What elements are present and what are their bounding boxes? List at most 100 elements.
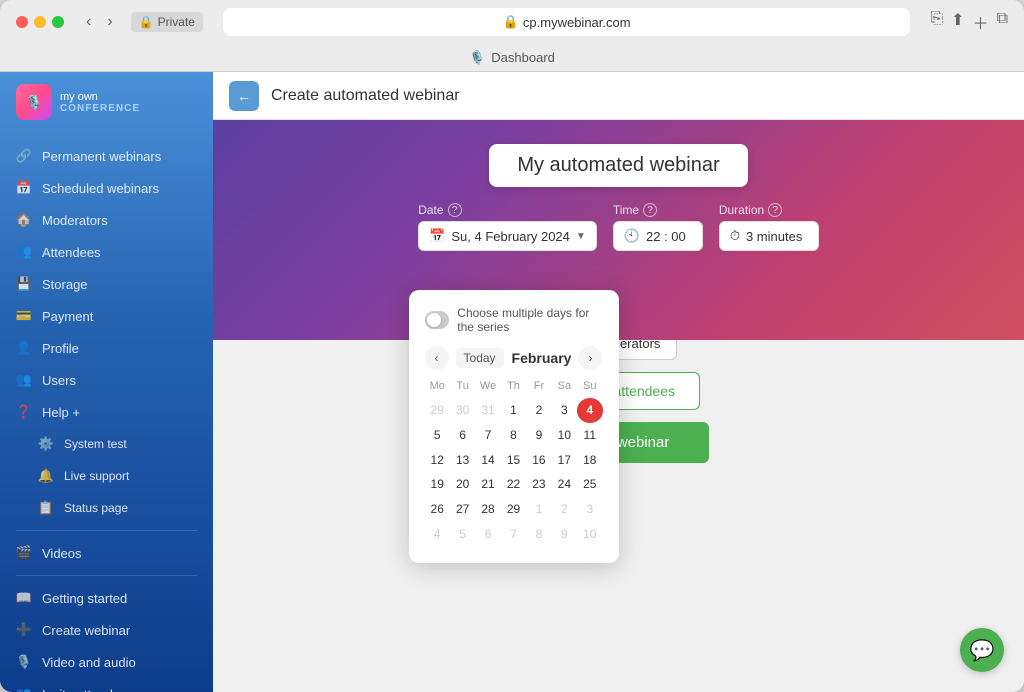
- calendar-week-3: 12 13 14 15 16 17 18: [425, 448, 603, 473]
- back-button[interactable]: ←: [229, 81, 259, 111]
- cal-day-8[interactable]: 8: [501, 423, 526, 448]
- cal-day-10-next[interactable]: 10: [577, 522, 602, 547]
- sidebar-item-system-test[interactable]: ⚙️ System test: [0, 428, 213, 460]
- create-webinar-icon: ➕: [16, 622, 32, 638]
- close-dot[interactable]: [16, 16, 28, 28]
- sidebar-item-profile[interactable]: 👤 Profile: [0, 332, 213, 364]
- browser-dots: [16, 16, 64, 28]
- live-support-icon: 🔔: [38, 468, 54, 484]
- sidebar-item-users[interactable]: 👥 Users: [0, 364, 213, 396]
- cal-day-8-next[interactable]: 8: [526, 522, 551, 547]
- sidebar-item-payment[interactable]: 💳 Payment: [0, 300, 213, 332]
- cal-day-5[interactable]: 5: [425, 423, 450, 448]
- sidebar-label-profile: Profile: [42, 341, 79, 356]
- sidebar-item-attendees[interactable]: 👥 Attendees: [0, 236, 213, 268]
- tabs-icon[interactable]: ⧉: [997, 10, 1008, 34]
- cal-day-21[interactable]: 21: [475, 472, 500, 497]
- cal-day-23[interactable]: 23: [526, 472, 551, 497]
- cal-day-28[interactable]: 28: [475, 497, 500, 522]
- sidebar: 🎙️ my own CONFERENCE 🔗 Permanent webinar…: [0, 72, 213, 692]
- cal-day-14[interactable]: 14: [475, 448, 500, 473]
- cal-day-11[interactable]: 11: [577, 423, 602, 448]
- duration-help-icon[interactable]: ?: [768, 203, 782, 217]
- sidebar-item-getting-started[interactable]: 📖 Getting started: [0, 582, 213, 614]
- time-input[interactable]: 🕙 22 : 00: [613, 221, 703, 251]
- cal-day-19[interactable]: 19: [425, 472, 450, 497]
- time-help-icon[interactable]: ?: [643, 203, 657, 217]
- cal-day-27[interactable]: 27: [450, 497, 475, 522]
- cal-day-12[interactable]: 12: [425, 448, 450, 473]
- cal-day-7[interactable]: 7: [475, 423, 500, 448]
- share-icon[interactable]: ⬆: [951, 10, 964, 34]
- minimize-dot[interactable]: [34, 16, 46, 28]
- cal-day-6[interactable]: 6: [450, 423, 475, 448]
- cal-day-2[interactable]: 2: [526, 398, 551, 423]
- videos-icon: 🎬: [16, 545, 32, 561]
- sidebar-label-scheduled: Scheduled webinars: [42, 181, 159, 196]
- cal-day-3-next[interactable]: 3: [577, 497, 602, 522]
- cal-day-25[interactable]: 25: [577, 472, 602, 497]
- chat-bubble-button[interactable]: 💬: [960, 628, 1004, 672]
- today-button[interactable]: Today: [456, 348, 504, 368]
- calendar-week-4: 19 20 21 22 23 24 25: [425, 472, 603, 497]
- cal-day-16[interactable]: 16: [526, 448, 551, 473]
- cal-day-3[interactable]: 3: [552, 398, 577, 423]
- back-nav-button[interactable]: ‹: [80, 11, 97, 33]
- sidebar-item-status-page[interactable]: 📋 Status page: [0, 492, 213, 524]
- sidebar-item-moderators[interactable]: 🏠 Moderators: [0, 204, 213, 236]
- cal-day-4-selected[interactable]: 4: [577, 398, 602, 423]
- day-header-tu: Tu: [450, 378, 475, 394]
- cal-day-2-next[interactable]: 2: [552, 497, 577, 522]
- cal-day-29[interactable]: 29: [501, 497, 526, 522]
- cal-day-26[interactable]: 26: [425, 497, 450, 522]
- permanent-icon: 🔗: [16, 148, 32, 164]
- cal-day-1[interactable]: 1: [501, 398, 526, 423]
- multiple-days-toggle[interactable]: [425, 311, 450, 329]
- sidebar-item-storage[interactable]: 💾 Storage: [0, 268, 213, 300]
- cal-day-1-next[interactable]: 1: [526, 497, 551, 522]
- sidebar-item-create-webinar[interactable]: ➕ Create webinar: [0, 614, 213, 646]
- date-help-icon[interactable]: ?: [448, 203, 462, 217]
- cal-day-15[interactable]: 15: [501, 448, 526, 473]
- sidebar-label-live-support: Live support: [64, 469, 129, 483]
- browser-titlebar: ‹ › 🔒 Private 🔒 cp.mywebinar.com ⎘ ⬆ ＋ ⧉: [0, 0, 1024, 44]
- new-tab-icon[interactable]: ＋: [973, 10, 989, 34]
- cal-day-18[interactable]: 18: [577, 448, 602, 473]
- sidebar-label-moderators: Moderators: [42, 213, 108, 228]
- duration-label: Duration ?: [719, 203, 819, 217]
- sidebar-item-video-audio[interactable]: 🎙️ Video and audio: [0, 646, 213, 678]
- cal-day-13[interactable]: 13: [450, 448, 475, 473]
- address-bar[interactable]: 🔒 cp.mywebinar.com: [223, 8, 910, 36]
- sidebar-item-live-support[interactable]: 🔔 Live support: [0, 460, 213, 492]
- maximize-dot[interactable]: [52, 16, 64, 28]
- sidebar-item-scheduled[interactable]: 📅 Scheduled webinars: [0, 172, 213, 204]
- cal-day-30-prev[interactable]: 30: [450, 398, 475, 423]
- cal-day-10[interactable]: 10: [552, 423, 577, 448]
- sidebar-item-permanent[interactable]: 🔗 Permanent webinars: [0, 140, 213, 172]
- cal-day-22[interactable]: 22: [501, 472, 526, 497]
- sidebar-item-invite-attendees[interactable]: 👥 Invite attendees: [0, 678, 213, 692]
- cal-day-24[interactable]: 24: [552, 472, 577, 497]
- cal-day-20[interactable]: 20: [450, 472, 475, 497]
- day-header-mo: Mo: [425, 378, 450, 394]
- cal-day-4-next[interactable]: 4: [425, 522, 450, 547]
- sidebar-item-help[interactable]: ❓ Help +: [0, 396, 213, 428]
- cal-day-5-next[interactable]: 5: [450, 522, 475, 547]
- duration-field-group: Duration ? ⏱ 3 minutes: [719, 203, 819, 251]
- date-input[interactable]: 📅 Su, 4 February 2024 ▼: [418, 221, 597, 251]
- duration-input[interactable]: ⏱ 3 minutes: [719, 221, 819, 251]
- cal-day-17[interactable]: 17: [552, 448, 577, 473]
- cal-day-7-next[interactable]: 7: [501, 522, 526, 547]
- sidebar-item-videos[interactable]: 🎬 Videos: [0, 537, 213, 569]
- next-month-button[interactable]: ›: [578, 346, 602, 370]
- date-caret-icon: ▼: [576, 231, 586, 242]
- forward-nav-button[interactable]: ›: [101, 11, 118, 33]
- cal-day-31-prev[interactable]: 31: [475, 398, 500, 423]
- cal-day-9[interactable]: 9: [526, 423, 551, 448]
- cast-icon[interactable]: ⎘: [930, 10, 943, 34]
- cal-day-6-next[interactable]: 6: [475, 522, 500, 547]
- prev-month-button[interactable]: ‹: [425, 346, 449, 370]
- cal-day-29-prev[interactable]: 29: [425, 398, 450, 423]
- cal-day-9-next[interactable]: 9: [552, 522, 577, 547]
- moderators-icon: 🏠: [16, 212, 32, 228]
